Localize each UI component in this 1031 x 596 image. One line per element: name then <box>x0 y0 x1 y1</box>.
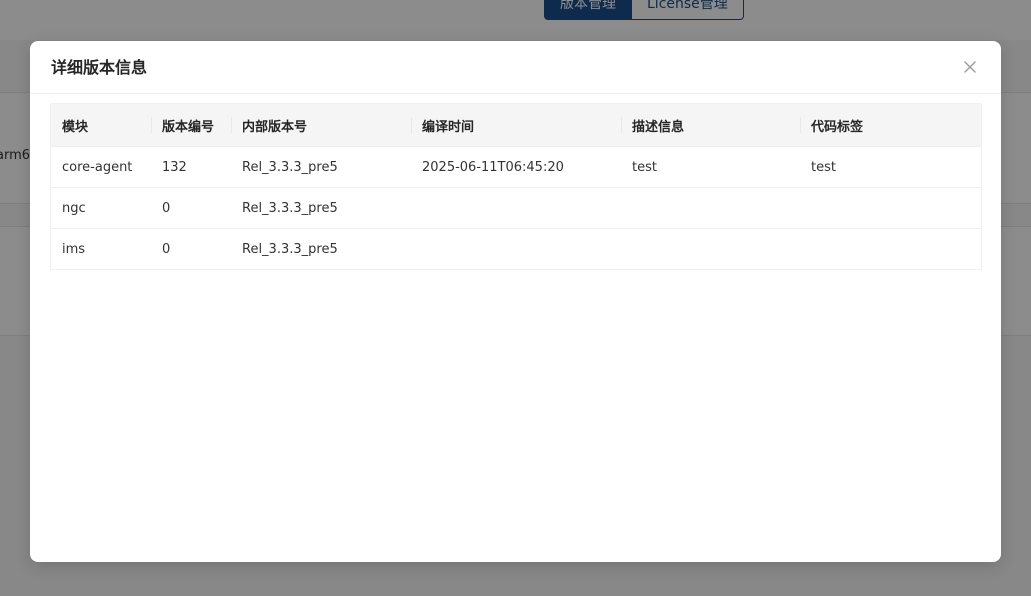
table-header-row: 模块 版本编号 内部版本号 编译时间 描述信息 代码标签 <box>51 104 981 147</box>
cell-module: core-agent <box>51 146 151 188</box>
cell-description: test <box>621 146 800 188</box>
cell-module: ngc <box>51 187 151 229</box>
table-row: ngc 0 Rel_3.3.3_pre5 <box>51 187 981 229</box>
column-header-description: 描述信息 <box>621 104 800 147</box>
cell-version-number: 0 <box>151 228 231 269</box>
cell-module: ims <box>51 228 151 269</box>
cell-build-time <box>411 187 621 229</box>
modal-header: 详细版本信息 <box>30 41 1001 94</box>
cell-build-time: 2025-06-11T06:45:20 <box>411 146 621 188</box>
version-table: 模块 版本编号 内部版本号 编译时间 描述信息 代码标签 core-agent … <box>50 103 982 270</box>
cell-build-time <box>411 228 621 269</box>
cell-internal-version: Rel_3.3.3_pre5 <box>231 146 411 188</box>
table-row: core-agent 132 Rel_3.3.3_pre5 2025-06-11… <box>51 146 981 188</box>
cell-description <box>621 228 800 269</box>
cell-version-number: 132 <box>151 146 231 188</box>
cell-code-tag <box>800 187 981 229</box>
table-row: ims 0 Rel_3.3.3_pre5 <box>51 228 981 269</box>
cell-code-tag <box>800 228 981 269</box>
version-detail-modal: 详细版本信息 模块 版本编号 内部版本号 编译时间 描述信息 代码标签 core… <box>30 41 1001 562</box>
cell-internal-version: Rel_3.3.3_pre5 <box>231 228 411 269</box>
modal-title: 详细版本信息 <box>51 58 148 77</box>
cell-internal-version: Rel_3.3.3_pre5 <box>231 187 411 229</box>
close-icon[interactable] <box>960 57 980 77</box>
cell-version-number: 0 <box>151 187 231 229</box>
cell-description <box>621 187 800 229</box>
column-header-module: 模块 <box>51 104 151 147</box>
column-header-build-time: 编译时间 <box>411 104 621 147</box>
column-header-version-number: 版本编号 <box>151 104 231 147</box>
column-header-internal-version: 内部版本号 <box>231 104 411 147</box>
cell-code-tag: test <box>800 146 981 188</box>
column-header-code-tag: 代码标签 <box>800 104 981 147</box>
